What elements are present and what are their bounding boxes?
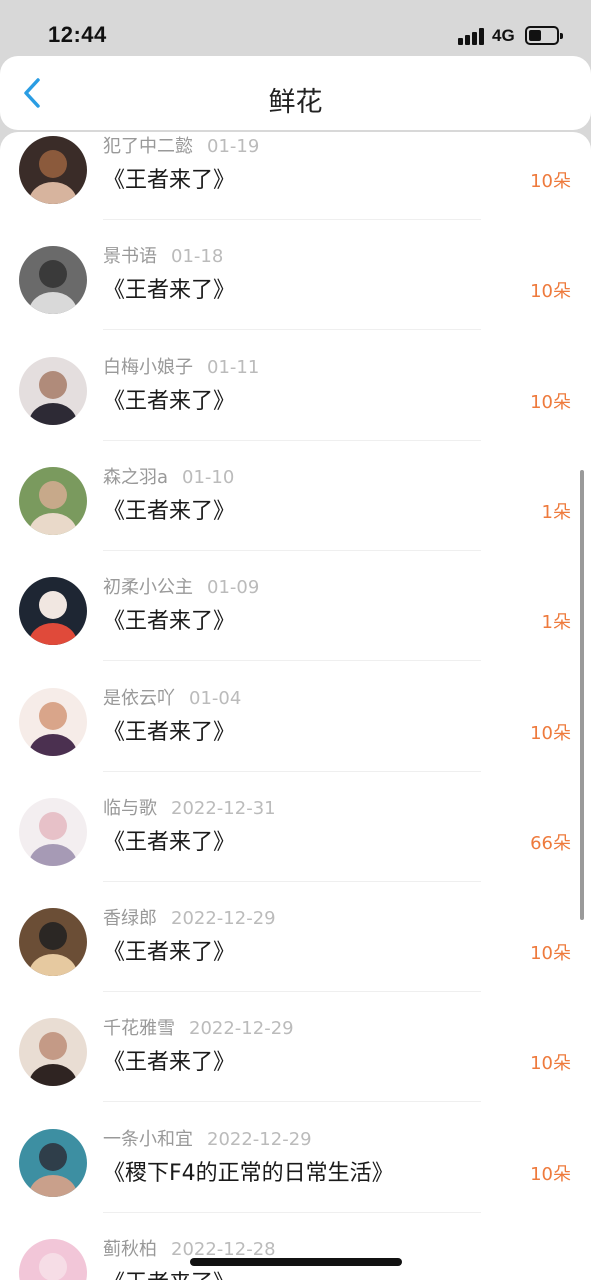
list-item[interactable]: 犯了中二懿 01-19 《王者来了》 10朵 [0,132,591,220]
network-label: 4G [492,26,515,45]
flower-count: 10朵 [530,722,571,744]
book-title[interactable]: 《王者来了》 [103,934,235,966]
flower-count: 10朵 [530,171,571,192]
flower-count: 10朵 [530,943,571,965]
avatar[interactable] [19,1128,87,1197]
item-meta: 千花雅雪 2022-12-29 [103,1014,294,1040]
list-item[interactable]: 白梅小娘子 01-11 《王者来了》 10朵 [0,331,591,441]
avatar[interactable] [19,797,87,866]
avatar[interactable] [19,136,87,204]
home-indicator[interactable] [190,1258,402,1266]
author-name[interactable]: 临与歌 [103,798,157,819]
author-name[interactable]: 景书语 [103,246,157,267]
author-name[interactable]: 蓟秋柏 [103,1239,157,1260]
item-meta: 景书语 01-18 [103,242,223,268]
flower-count: 10朵 [530,391,571,413]
page-title: 鲜花 [268,87,323,118]
author-name[interactable]: 是依云吖 [103,688,175,709]
list-item[interactable]: 景书语 01-18 《王者来了》 10朵 [0,220,591,331]
list-item[interactable]: 一条小和宜 2022-12-29 《稷下F4的正常的日常生活》 10朵 [0,1103,591,1213]
gift-date: 2022-12-29 [189,1018,294,1040]
item-meta: 香绿郎 2022-12-29 [103,904,276,930]
list-item[interactable]: 千花雅雪 2022-12-29 《王者来了》 10朵 [0,992,591,1103]
book-title[interactable]: 《稷下F4的正常的日常生活》 [103,1155,394,1187]
screen: 12:44 4G 鲜花 犯了中二懿 01-19 《王者来了》 10朵 景书语 01-18 《… [0,0,591,1280]
author-name[interactable]: 千花雅雪 [103,1018,175,1039]
list-item[interactable]: 森之羽a 01-10 《王者来了》 1朵 [0,441,591,551]
avatar[interactable] [19,1239,87,1280]
status-time: 12:44 [48,22,107,47]
book-title[interactable]: 《王者来了》 [103,824,235,856]
gift-date: 01-10 [182,466,235,488]
avatar[interactable] [19,577,87,646]
author-name[interactable]: 一条小和宜 [103,1129,193,1150]
book-title[interactable]: 《王者来了》 [103,714,235,746]
item-meta: 白梅小娘子 01-11 [103,353,259,379]
flower-count: 1朵 [541,612,571,634]
book-title[interactable]: 《王者来了》 [103,603,235,635]
author-name[interactable]: 白梅小娘子 [103,357,193,378]
status-bar: 12:44 4G [0,0,591,56]
item-meta: 犯了中二懿 01-19 [103,132,259,158]
list-item[interactable]: 香绿郎 2022-12-29 《王者来了》 10朵 [0,882,591,993]
book-title[interactable]: 《王者来了》 [103,162,235,194]
flower-count: 10朵 [530,1163,571,1185]
avatar[interactable] [19,356,87,425]
gift-date: 2022-12-28 [171,1239,276,1260]
avatar[interactable] [19,246,87,315]
gift-date: 01-18 [171,246,224,268]
author-name[interactable]: 犯了中二懿 [103,136,193,157]
item-meta: 临与歌 2022-12-31 [103,794,276,820]
avatar[interactable] [19,466,87,535]
flower-list: 犯了中二懿 01-19 《王者来了》 10朵 景书语 01-18 《王者来了》 10朵 白梅小娘… [0,132,591,1280]
gift-date: 01-04 [189,687,242,709]
list-item[interactable]: 蓟秋柏 2022-12-28 《王者来了》 [0,1213,591,1280]
list-item[interactable]: 临与歌 2022-12-31 《王者来了》 66朵 [0,772,591,882]
item-meta: 森之羽a 01-10 [103,463,234,489]
signal-icon [458,27,486,45]
avatar[interactable] [19,687,87,756]
flower-count: 1朵 [541,501,571,523]
gift-date: 01-19 [207,136,260,157]
flower-count: 10朵 [530,1053,571,1075]
list-item[interactable]: 是依云吖 01-04 《王者来了》 10朵 [0,662,591,772]
book-title[interactable]: 《王者来了》 [103,1265,235,1280]
gift-date: 2022-12-29 [171,908,276,930]
author-name[interactable]: 香绿郎 [103,908,157,929]
avatar[interactable] [19,1018,87,1087]
flower-count: 10朵 [530,281,571,303]
nav-bar: 鲜花 [0,56,591,130]
book-title[interactable]: 《王者来了》 [103,1044,235,1076]
avatar[interactable] [19,908,87,977]
flower-count: 66朵 [530,832,571,854]
item-meta: 初柔小公主 01-09 [103,573,259,599]
book-title[interactable]: 《王者来了》 [103,272,235,304]
item-meta: 是依云吖 01-04 [103,684,241,710]
gift-date: 2022-12-31 [171,797,276,819]
scrollbar[interactable] [580,470,584,920]
gift-date: 2022-12-29 [207,1128,312,1150]
list-item[interactable]: 初柔小公主 01-09 《王者来了》 1朵 [0,551,591,662]
gift-date: 01-11 [207,356,260,378]
item-meta: 一条小和宜 2022-12-29 [103,1125,312,1151]
gift-date: 01-09 [207,577,260,599]
battery-icon [525,26,563,45]
book-title[interactable]: 《王者来了》 [103,493,235,525]
book-title[interactable]: 《王者来了》 [103,383,235,415]
author-name[interactable]: 初柔小公主 [103,577,193,598]
author-name[interactable]: 森之羽a [103,467,168,488]
